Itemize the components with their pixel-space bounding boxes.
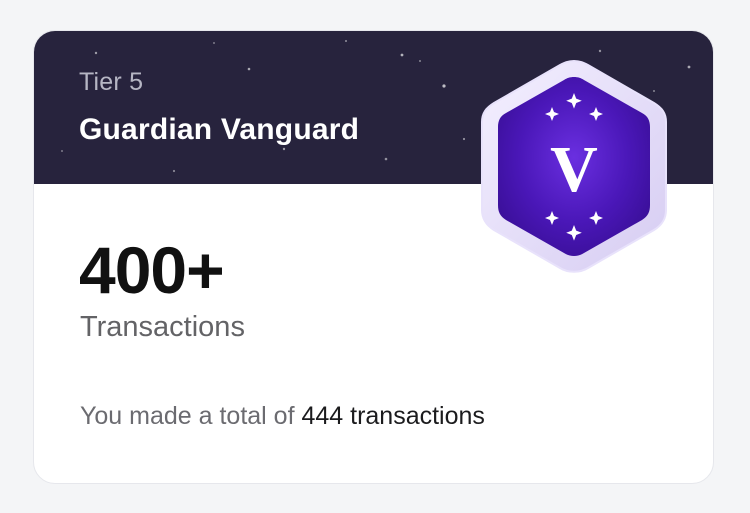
transaction-count-label: Transactions (80, 311, 245, 343)
tier-name: Guardian Vanguard (79, 113, 360, 146)
transaction-count-value: 400+ (79, 233, 225, 307)
transaction-summary: You made a total of 444 transactions (80, 402, 485, 431)
summary-prefix: You made a total of (80, 402, 302, 430)
badge-letter: V (550, 133, 598, 206)
summary-highlight: 444 transactions (301, 402, 485, 430)
hexagon-shield-icon: V (481, 59, 667, 273)
tier-level-label: Tier 5 (79, 68, 144, 96)
